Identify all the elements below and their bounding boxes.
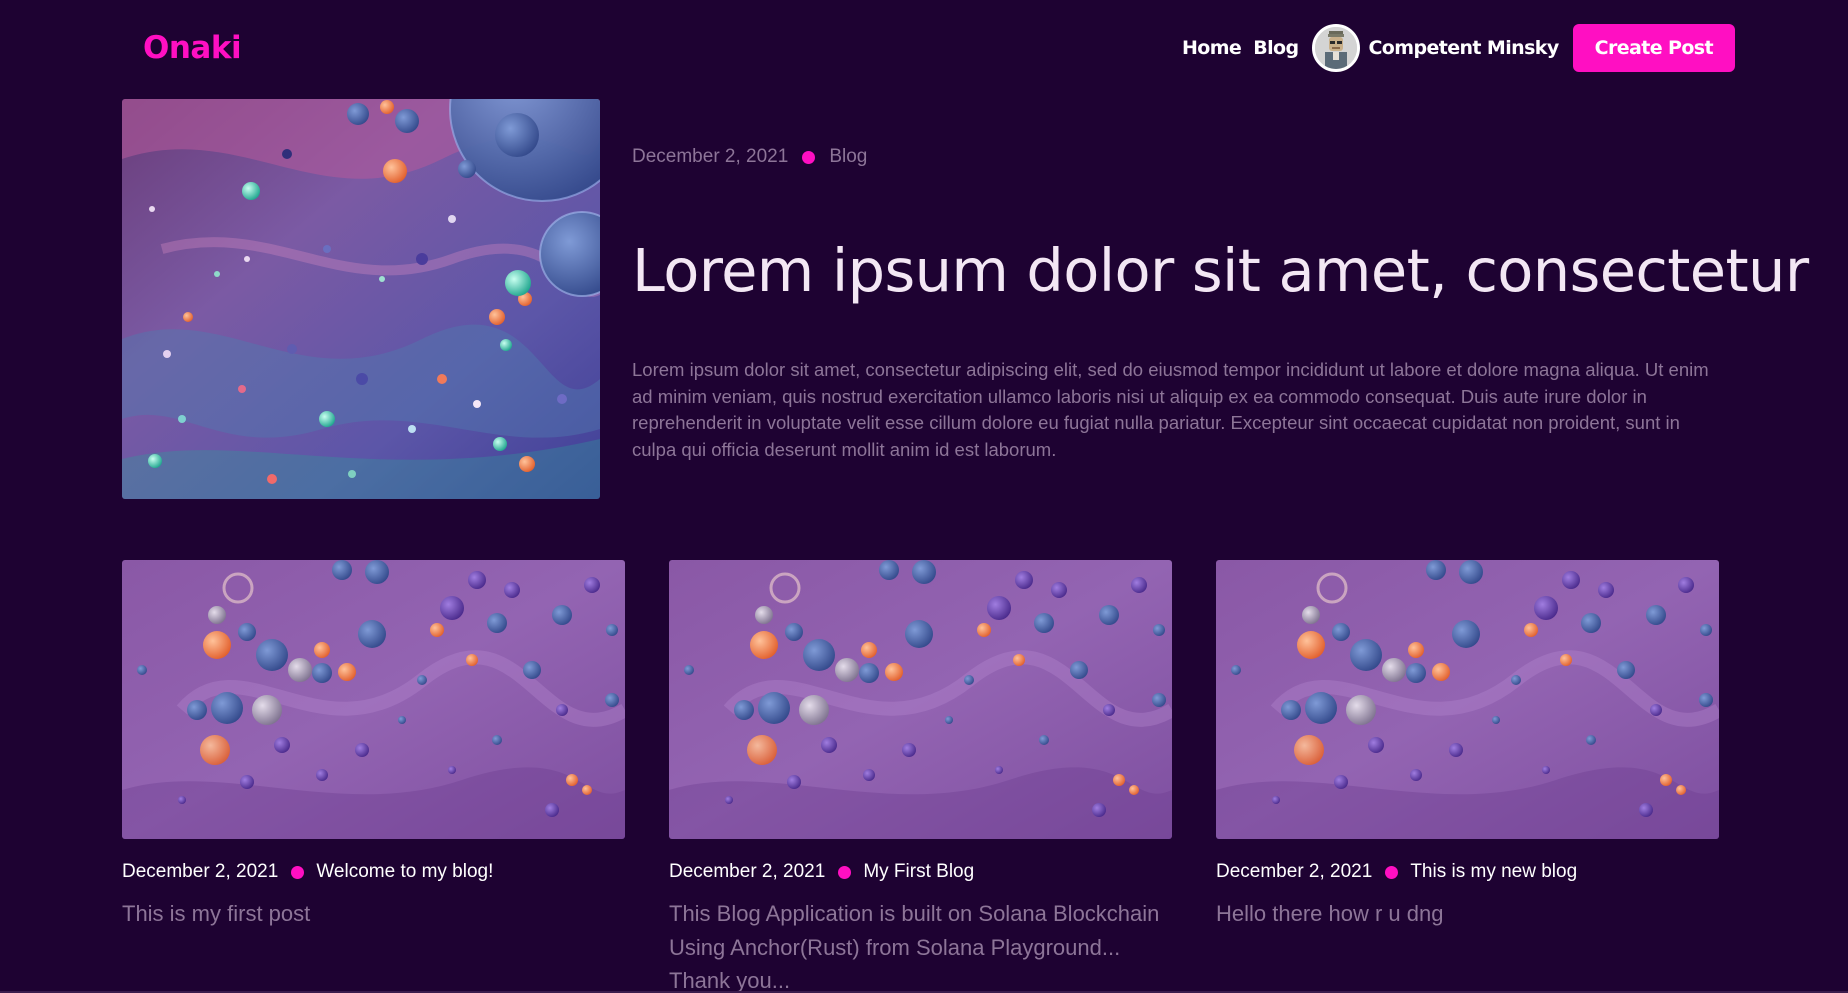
featured-post-title[interactable]: Lorem ipsum dolor sit amet, consectetur	[632, 236, 1809, 305]
post-card-meta: December 2, 2021 Welcome to my blog!	[122, 861, 625, 883]
post-card-image[interactable]	[122, 560, 625, 839]
featured-post-date: December 2, 2021	[632, 146, 789, 167]
post-card-image[interactable]	[669, 560, 1172, 839]
separator-dot-icon	[291, 865, 305, 879]
post-card-image[interactable]	[1216, 560, 1719, 839]
featured-post-excerpt: Lorem ipsum dolor sit amet, consectetur …	[632, 359, 1709, 460]
post-card-image-art	[669, 560, 1172, 839]
navbar: Onaki Home Blog Competent Minsky Create …	[0, 0, 1848, 100]
separator-dot-icon	[838, 865, 852, 879]
post-card-title[interactable]: My First Blog	[863, 861, 974, 883]
post-card-excerpt: Hello there how r u dng	[1216, 901, 1444, 926]
user-avatar[interactable]	[1312, 24, 1361, 72]
create-post-button[interactable]: Create Post	[1572, 24, 1735, 72]
post-card-excerpt: This Blog Application is built on Solana…	[669, 901, 1160, 993]
nav-home-link[interactable]: Home	[1182, 37, 1242, 59]
nav-links: Home Blog Competent Minsky Create Post	[1182, 24, 1735, 72]
avatar-image	[1315, 27, 1358, 69]
post-card-meta: December 2, 2021 This is my new blog	[1216, 861, 1719, 883]
post-card-image-art	[1216, 560, 1719, 839]
user-name[interactable]: Competent Minsky	[1368, 37, 1559, 59]
post-card[interactable]: December 2, 2021 My First Blog This Blog…	[669, 560, 1172, 993]
post-card-excerpt: This is my first post	[122, 901, 311, 926]
featured-post-category[interactable]: Blog	[829, 146, 867, 168]
brand-logo[interactable]: Onaki	[143, 30, 242, 66]
separator-dot-icon	[802, 150, 816, 164]
post-card-date: December 2, 2021	[122, 861, 279, 882]
post-card-image-art	[122, 560, 625, 839]
post-card-title[interactable]: This is my new blog	[1410, 861, 1577, 883]
featured-post-image[interactable]	[122, 99, 600, 499]
featured-image-art	[122, 99, 600, 499]
post-card-meta: December 2, 2021 My First Blog	[669, 861, 1172, 883]
post-card-title[interactable]: Welcome to my blog!	[316, 861, 493, 883]
featured-post-meta: December 2, 2021 Blog	[632, 146, 867, 168]
nav-blog-link[interactable]: Blog	[1253, 37, 1299, 59]
separator-dot-icon	[1385, 865, 1399, 879]
post-card-date: December 2, 2021	[669, 861, 826, 882]
post-card[interactable]: December 2, 2021 This is my new blog Hel…	[1216, 560, 1719, 931]
post-card[interactable]: December 2, 2021 Welcome to my blog! Thi…	[122, 560, 625, 931]
post-card-date: December 2, 2021	[1216, 861, 1373, 882]
